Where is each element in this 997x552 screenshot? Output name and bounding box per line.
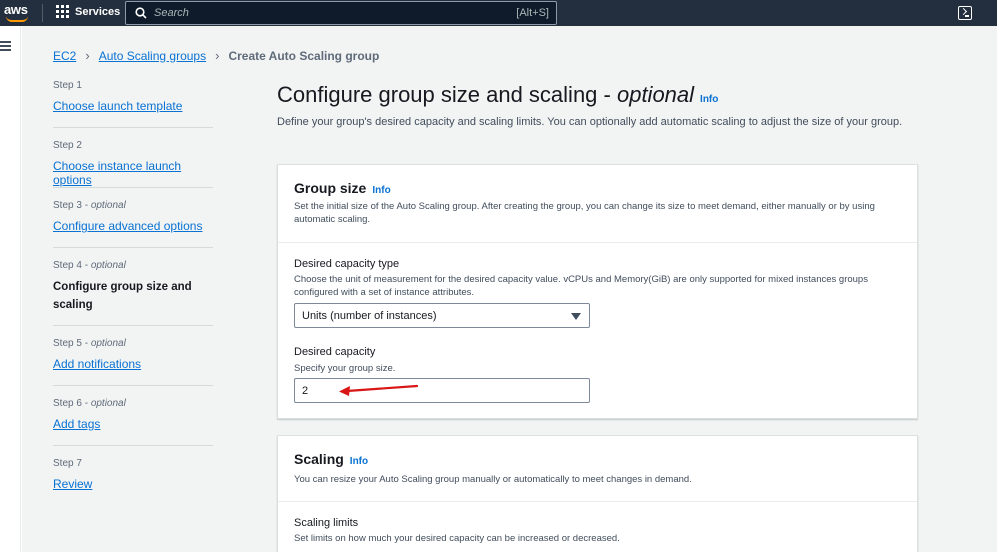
wizard-step-1: Step 1 Choose launch template [53, 80, 213, 115]
panel-divider [278, 501, 917, 502]
step-number: Step 1 [53, 80, 82, 91]
services-label: Services [75, 5, 121, 18]
step-link-review[interactable]: Review [53, 477, 92, 491]
step-number: Step 4 - optional [53, 260, 126, 271]
top-navigation-bar: aws Services [Alt+S] [0, 0, 997, 26]
group-size-header: Group size Info Set the initial size of t… [278, 165, 917, 226]
scaling-title: Scaling Info [294, 451, 369, 467]
breadcrumb: EC2 › Auto Scaling groups › Create Auto … [53, 48, 379, 63]
grid-icon [56, 5, 69, 18]
services-menu-button[interactable]: Services [56, 5, 120, 18]
wizard-step-5: Step 5 - optional Add notifications [53, 338, 213, 373]
step-link-add-tags[interactable]: Add tags [53, 417, 100, 431]
desired-capacity-description: Specify your group size. [294, 363, 396, 374]
nav-divider [42, 4, 43, 22]
search-input[interactable] [154, 5, 524, 21]
search-shortcut-hint: [Alt+S] [516, 7, 549, 19]
wizard-step-4-current: Step 4 - optional Configure group size a… [53, 260, 213, 314]
panel-divider [278, 242, 917, 243]
chevron-right-icon: › [215, 48, 220, 63]
group-size-title: Group size Info [294, 180, 391, 196]
desired-capacity-type-value: Units (number of instances) [302, 310, 437, 322]
desired-capacity-type-select[interactable]: Units (number of instances) [294, 303, 590, 328]
step-number: Step 5 - optional [53, 338, 126, 349]
scaling-header: Scaling Info You can resize your Auto Sca… [278, 436, 917, 486]
step-link-configure-advanced-options[interactable]: Configure advanced options [53, 219, 202, 233]
group-size-description: Set the initial size of the Auto Scaling… [294, 201, 875, 225]
step-link-choose-launch-template[interactable]: Choose launch template [53, 99, 182, 113]
hamburger-menu-icon[interactable] [0, 41, 12, 51]
step-number: Step 7 [53, 458, 82, 469]
breadcrumb-link-ec2[interactable]: EC2 [53, 49, 76, 63]
step-link-choose-instance-launch-options[interactable]: Choose instance launch options [53, 159, 213, 187]
wizard-step-6: Step 6 - optional Add tags [53, 398, 213, 433]
aws-smile-icon [6, 16, 28, 22]
caret-down-icon [571, 313, 581, 320]
scaling-info-link[interactable]: Info [350, 456, 368, 467]
scaling-limits-label: Scaling limits [294, 517, 359, 529]
scaling-panel: Scaling Info You can resize your Auto Sca… [277, 435, 918, 552]
scaling-limits-description: Set limits on how much your desired capa… [294, 533, 620, 544]
step-current-label: Configure group size and scaling [53, 281, 192, 311]
step-number: Step 3 - optional [53, 200, 126, 211]
wizard-step-7: Step 7 Review [53, 458, 213, 493]
step-number: Step 6 - optional [53, 398, 126, 409]
page-title: Configure group size and scaling - optio… [277, 82, 719, 107]
page-info-link[interactable]: Info [700, 94, 718, 105]
step-divider [53, 385, 213, 386]
cloudshell-icon[interactable] [958, 6, 972, 20]
chevron-right-icon: › [85, 48, 90, 63]
page-description: Define your group's desired capacity and… [277, 116, 903, 128]
step-divider [53, 187, 213, 188]
desired-capacity-type-description: Choose the unit of measurement for the d… [294, 274, 868, 298]
desired-capacity-label: Desired capacity [294, 346, 376, 358]
aws-logo[interactable]: aws [4, 3, 32, 23]
step-number: Step 2 [53, 140, 82, 151]
step-divider [53, 247, 213, 248]
group-size-info-link[interactable]: Info [372, 185, 390, 196]
aws-logo-text: aws [4, 2, 28, 17]
step-divider [53, 127, 213, 128]
breadcrumb-link-auto-scaling-groups[interactable]: Auto Scaling groups [99, 49, 206, 63]
step-link-add-notifications[interactable]: Add notifications [53, 357, 141, 371]
scaling-description: You can resize your Auto Scaling group m… [294, 474, 692, 485]
search-box[interactable]: [Alt+S] [125, 1, 557, 25]
desired-capacity-type-label: Desired capacity type [294, 258, 400, 270]
step-divider [53, 445, 213, 446]
step-divider [53, 325, 213, 326]
side-navigation-rail [0, 26, 21, 552]
wizard-step-3: Step 3 - optional Configure advanced opt… [53, 200, 213, 235]
breadcrumb-current: Create Auto Scaling group [228, 48, 380, 63]
search-icon [135, 7, 147, 19]
wizard-step-2: Step 2 Choose instance launch options [53, 140, 213, 189]
annotation-arrow-icon [339, 384, 419, 396]
